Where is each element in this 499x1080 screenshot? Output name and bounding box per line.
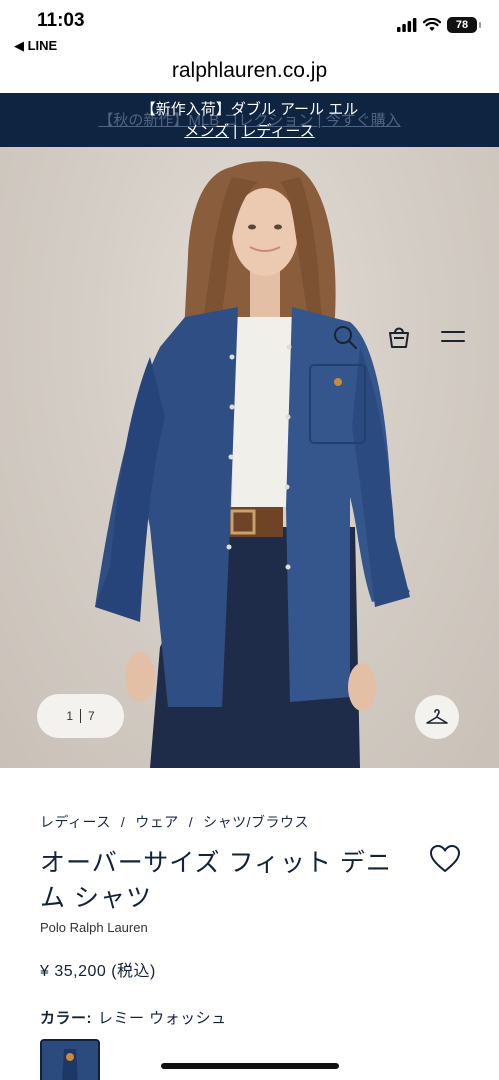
back-to-app-link[interactable]: ◀ LINE [14,38,57,54]
breadcrumb-separator: / [120,814,126,830]
color-label: カラー: [40,1010,92,1027]
signal-icon [397,18,417,32]
hanger-icon [426,708,448,724]
status-time: 11:03 [37,10,85,31]
shopping-bag-icon[interactable] [386,324,412,350]
product-brand: Polo Ralph Lauren [40,920,148,935]
color-selection: カラー: レミー ウォッシュ [40,1007,227,1028]
promo-headline[interactable]: 【新作入荷】ダブル アール エル [0,98,499,119]
breadcrumb-separator: / [188,814,194,830]
url-bar[interactable]: ralphlauren.co.jp [0,56,499,93]
search-icon[interactable] [332,324,358,350]
gallery-total: 7 [88,709,95,723]
color-swatch-remy-wash[interactable] [40,1039,100,1080]
product-photo [95,161,410,768]
product-image-gallery[interactable]: 1 7 [0,147,499,768]
battery-icon: 78 [447,17,481,33]
promo-link-mens[interactable]: メンズ [184,123,229,140]
home-indicator[interactable] [161,1063,339,1069]
breadcrumb: レディース / ウェア / シャツ/ブラウス [40,812,309,832]
product-title: オーバーサイズ フィット デニム シャツ [40,849,392,912]
promo-link-separator: | [233,123,238,140]
breadcrumb-item-shirts[interactable]: シャツ/ブラウス [203,814,309,830]
breadcrumb-item-ladies[interactable]: レディース [40,814,111,830]
menu-icon[interactable] [440,324,466,350]
status-bar: 11:03 ◀ LINE 78 [0,0,499,56]
promo-banner: 【秋の新作】MLB コレクション | 今すぐ購入 【新作入荷】ダブル アール エ… [0,93,499,147]
heart-icon[interactable] [430,845,460,873]
gallery-current: 1 [66,709,73,723]
swatch-thumbnail [42,1041,98,1080]
color-value: レミー ウォッシュ [98,1010,227,1027]
wifi-icon [423,18,441,31]
fit-guide-button[interactable] [415,695,459,739]
promo-links: メンズ | レディース [0,120,499,141]
promo-link-ladies[interactable]: レディース [241,123,314,140]
gallery-counter: 1 7 [37,694,124,738]
product-price: ¥ 35,200 (税込) [40,963,156,980]
breadcrumb-item-wear[interactable]: ウェア [135,814,179,830]
gallery-counter-divider [80,709,81,723]
status-icons: 78 [397,17,481,33]
